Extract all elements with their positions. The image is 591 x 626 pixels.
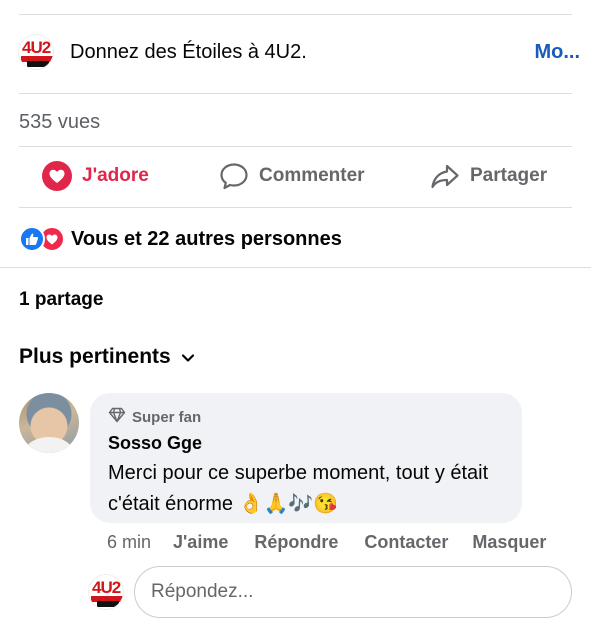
top-divider	[19, 14, 572, 15]
comment-reply-button[interactable]: Répondre	[254, 532, 338, 553]
view-count: 535 vues	[19, 111, 101, 133]
comment-label: Commenter	[259, 165, 365, 186]
comment-sort-dropdown[interactable]: Plus pertinents	[19, 345, 195, 369]
reaction-icons	[19, 226, 65, 252]
more-link[interactable]: Mo...	[534, 41, 580, 64]
divider	[19, 93, 572, 94]
comment-like-button[interactable]: J'aime	[173, 532, 228, 553]
comment-actions: 6 min J'aime Répondre Contacter Masquer	[107, 532, 546, 553]
commenter-avatar[interactable]	[19, 393, 79, 453]
post-action-bar: J'adore Commenter Partager	[0, 155, 591, 199]
comment-time: 6 min	[107, 532, 152, 552]
divider	[0, 267, 591, 268]
reply-input[interactable]	[134, 566, 572, 618]
chevron-down-icon	[171, 345, 195, 369]
stars-promo-text: Donnez des Étoiles à 4U2.	[70, 40, 307, 63]
reply-avatar: 4U2	[88, 574, 124, 610]
share-count[interactable]: 1 partage	[19, 289, 103, 311]
share-label: Partager	[470, 165, 548, 186]
comment-contact-button[interactable]: Contacter	[364, 532, 448, 553]
comment-bubble-icon	[219, 161, 249, 191]
badge-label: Super fan	[132, 408, 202, 426]
like-reaction-icon	[19, 226, 45, 252]
comment-hide-button[interactable]: Masquer	[472, 532, 546, 553]
sort-label: Plus pertinents	[19, 345, 171, 368]
love-label: J'adore	[82, 165, 149, 186]
heart-icon	[42, 161, 72, 191]
reactions-summary[interactable]: Vous et 22 autres personnes	[19, 226, 342, 252]
love-button[interactable]: J'adore	[42, 161, 149, 191]
divider	[19, 146, 572, 147]
comment-button[interactable]: Commenter	[219, 161, 365, 191]
divider	[19, 207, 572, 208]
comment-author[interactable]: Sosso Gge	[108, 433, 504, 454]
reactions-text: Vous et 22 autres personnes	[71, 227, 342, 250]
comment-text: Merci pour ce superbe moment, tout y éta…	[108, 462, 489, 515]
diamond-icon	[108, 407, 132, 427]
comment-bubble: Super fan Sosso Gge Merci pour ce superb…	[90, 393, 522, 523]
page-logo: 4U2	[18, 34, 54, 70]
share-button[interactable]: Partager	[430, 161, 547, 191]
stars-promo-row[interactable]: 4U2 Donnez des Étoiles à 4U2. Mo...	[18, 30, 580, 74]
super-fan-badge: Super fan	[108, 407, 504, 427]
share-arrow-icon	[430, 161, 460, 191]
